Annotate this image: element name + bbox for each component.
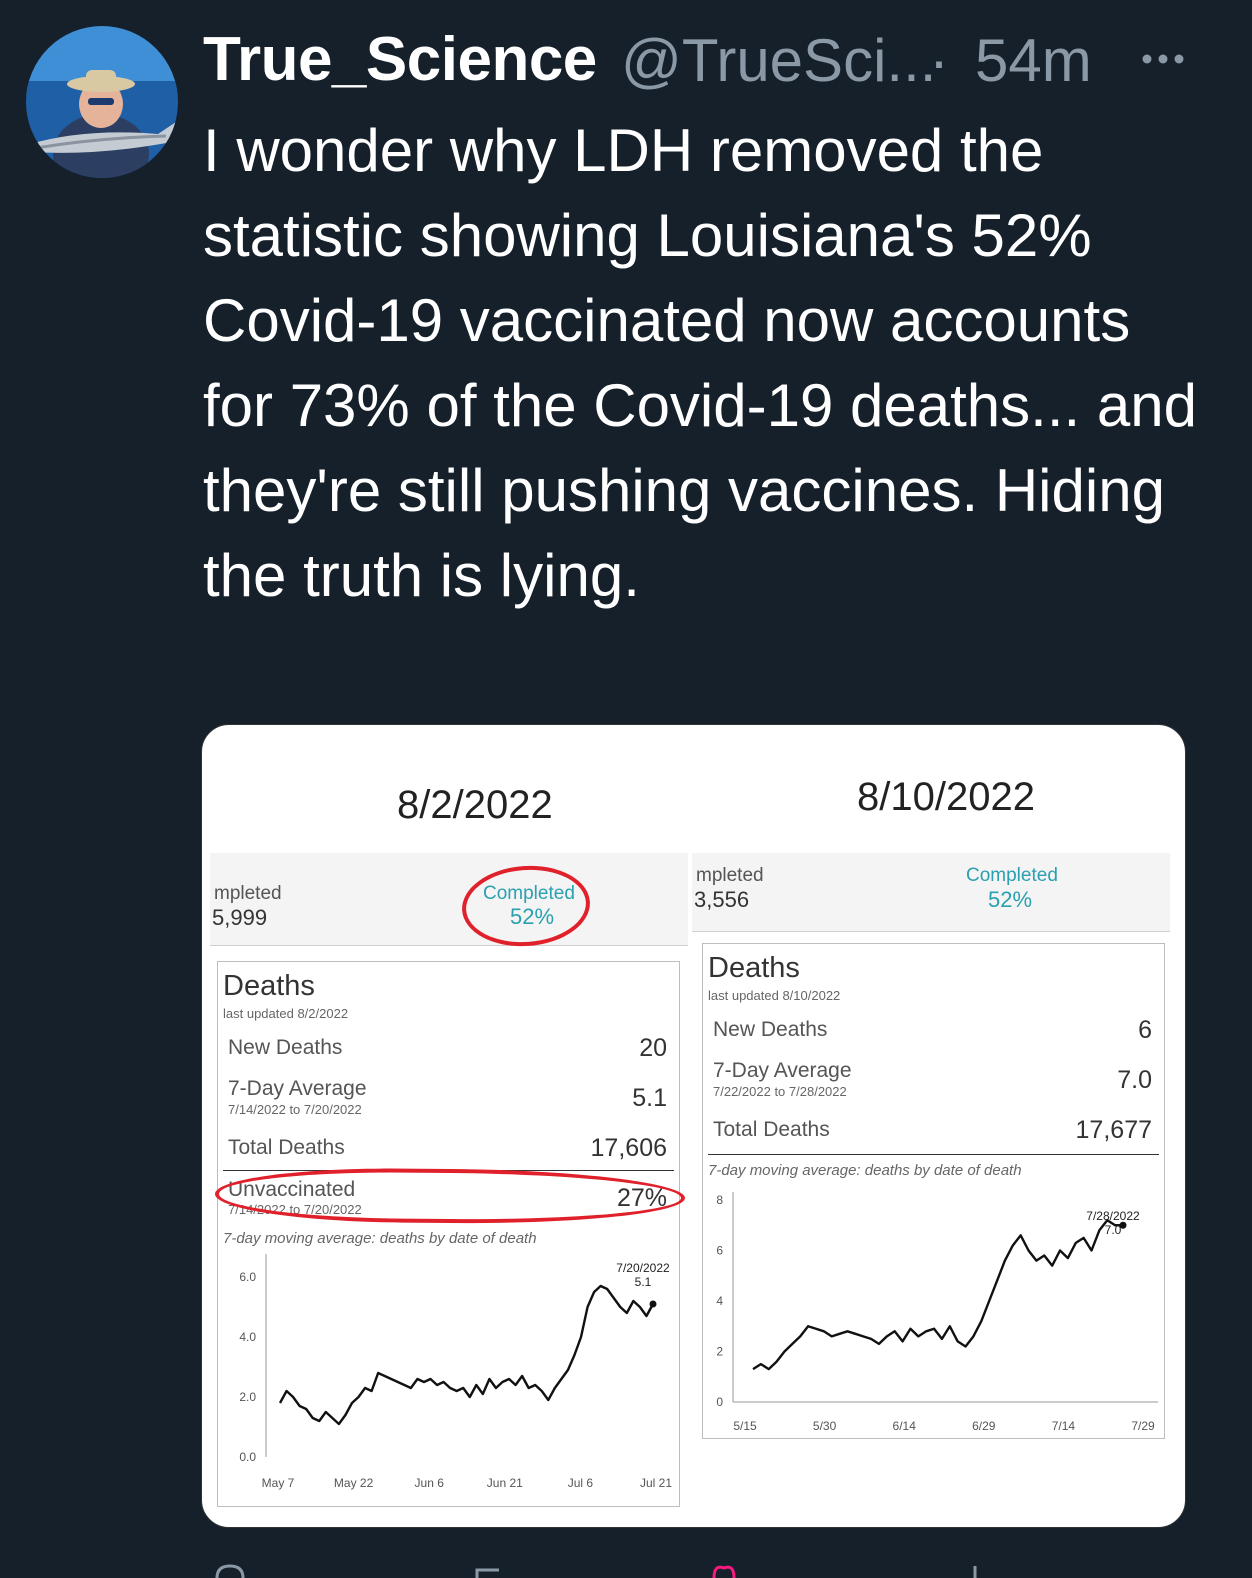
left-strip-label: mpleted <box>214 883 282 904</box>
more-options-button[interactable] <box>1138 32 1188 72</box>
y-tick-label: 6.0 <box>239 1270 256 1284</box>
left-avg-value: 5.1 <box>632 1084 667 1112</box>
left-panel-date: 8/2/2022 <box>397 783 553 827</box>
right-avg-value: 7.0 <box>1117 1066 1152 1094</box>
x-tick-label: 7/29 <box>1131 1419 1155 1433</box>
series-line <box>752 1219 1123 1371</box>
series-line <box>278 1284 655 1426</box>
tweet-actions-bar <box>0 1552 1252 1578</box>
x-tick-label: May 22 <box>334 1476 374 1490</box>
tweet-media-image[interactable]: 8/2/2022 mpleted 5,999 Completed 52% Dea… <box>201 724 1186 1528</box>
right-completed-label: Completed <box>966 865 1058 886</box>
like-icon[interactable] <box>710 1560 740 1578</box>
x-tick-label: Jun 21 <box>487 1476 523 1490</box>
callout-date: 7/28/2022 <box>1086 1209 1140 1223</box>
left-total-label: Total Deaths <box>228 1136 345 1159</box>
right-last-updated: last updated 8/10/2022 <box>708 988 841 1003</box>
x-tick-label: 7/14 <box>1052 1419 1076 1433</box>
tweet-time[interactable]: 54m <box>975 26 1092 95</box>
right-deaths-card: Deaths last updated 8/10/2022 New Deaths… <box>702 943 1165 1439</box>
y-tick-label: 6 <box>716 1244 723 1258</box>
avatar[interactable] <box>26 26 178 178</box>
callout-value: 5.1 <box>635 1275 652 1289</box>
y-tick-label: 2.0 <box>239 1390 256 1404</box>
right-strip-value: 3,556 <box>694 887 750 912</box>
left-deaths-card: Deaths last updated 8/2/2022 New Deaths … <box>214 961 686 1507</box>
x-tick-label: 5/30 <box>813 1419 837 1433</box>
right-new-deaths-label: New Deaths <box>713 1018 828 1041</box>
right-completed-value: 52% <box>988 887 1033 912</box>
x-tick-label: May 7 <box>262 1476 295 1490</box>
left-deaths-chart: 0.0 2.0 4.0 6.0 May 7 May 22 Jun 6 Jun 21 Jul 6 J… <box>239 1254 672 1490</box>
right-new-deaths-value: 6 <box>1138 1016 1152 1044</box>
callout-date: 7/20/2022 <box>616 1261 670 1275</box>
retweet-icon[interactable] <box>475 1564 505 1578</box>
left-new-deaths-value: 20 <box>639 1034 667 1062</box>
right-total-value: 17,677 <box>1075 1116 1152 1144</box>
tweet-text: I wonder why LDH removed the statistic s… <box>203 117 1197 609</box>
callout-point <box>649 1300 657 1308</box>
right-total-label: Total Deaths <box>713 1118 830 1141</box>
left-vaccination-strip: mpleted 5,999 Completed 52% <box>210 853 688 951</box>
x-tick-label: Jun 6 <box>415 1476 445 1490</box>
reply-icon[interactable] <box>215 1564 245 1578</box>
y-tick-label: 2 <box>716 1345 723 1359</box>
x-tick-label: Jul 6 <box>568 1476 594 1490</box>
y-tick-label: 0 <box>716 1395 723 1409</box>
left-new-deaths-label: New Deaths <box>228 1036 343 1059</box>
x-tick-label: 5/15 <box>733 1419 757 1433</box>
right-panel-date: 8/10/2022 <box>857 775 1035 819</box>
share-icon[interactable] <box>960 1566 990 1578</box>
more-horizontal-icon <box>1142 54 1184 64</box>
display-name[interactable]: True_Science <box>203 24 597 95</box>
red-circle-annotation <box>459 861 593 951</box>
right-chart-caption: 7-day moving average: deaths by date of … <box>708 1162 1022 1179</box>
left-chart-caption: 7-day moving average: deaths by date of … <box>223 1230 537 1247</box>
avatar-image <box>26 26 178 178</box>
right-strip-label: mpleted <box>696 865 764 886</box>
left-total-value: 17,606 <box>590 1134 667 1162</box>
right-divider <box>708 1154 1159 1155</box>
right-avg-label: 7-Day Average <box>713 1059 852 1082</box>
x-tick-label: 6/29 <box>972 1419 996 1433</box>
right-deaths-chart: 0 2 4 6 8 5/15 5/30 6/14 6/29 7/14 7/29 7/28/20227.… <box>716 1192 1158 1433</box>
right-vaccination-strip: mpleted 3,556 Completed 52% <box>692 853 1170 932</box>
y-tick-label: 8 <box>716 1193 723 1207</box>
callout-value: 7.0 <box>1105 1223 1122 1237</box>
x-tick-label: Jul 21 <box>640 1476 672 1490</box>
tweet-header: True_Science @TrueSci... · 54m <box>203 24 1213 96</box>
right-deaths-title: Deaths <box>708 952 800 984</box>
right-avg-range: 7/22/2022 to 7/28/2022 <box>713 1084 847 1099</box>
left-strip-value: 5,999 <box>212 905 268 930</box>
y-tick-label: 0.0 <box>239 1450 256 1464</box>
left-avg-label: 7-Day Average <box>228 1077 367 1100</box>
y-tick-label: 4.0 <box>239 1330 256 1344</box>
left-avg-range: 7/14/2022 to 7/20/2022 <box>228 1102 362 1117</box>
y-tick-label: 4 <box>716 1294 723 1308</box>
x-tick-label: 6/14 <box>893 1419 917 1433</box>
left-deaths-title: Deaths <box>223 970 315 1002</box>
separator-dot: · <box>929 27 949 94</box>
user-handle[interactable]: @TrueSci... <box>621 26 936 95</box>
left-last-updated: last updated 8/2/2022 <box>223 1006 349 1021</box>
